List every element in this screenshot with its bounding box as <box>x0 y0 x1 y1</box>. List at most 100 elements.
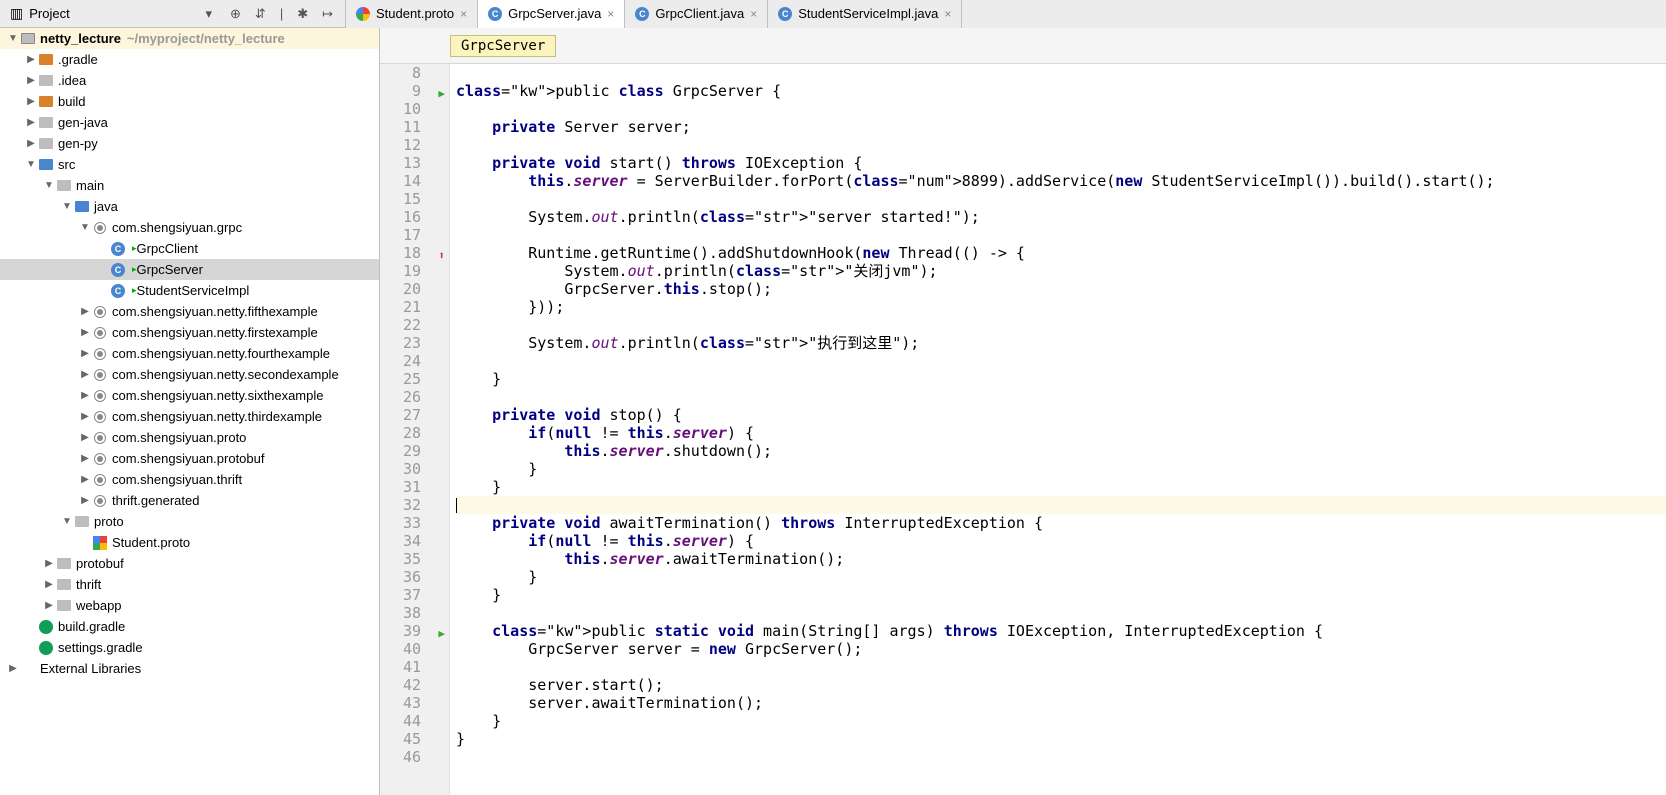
code-line[interactable]: class="kw">public static void main(Strin… <box>456 622 1666 640</box>
expand-arrow[interactable]: ▶ <box>78 453 92 464</box>
target-icon[interactable]: ⊕ <box>230 6 241 22</box>
expand-arrow[interactable]: ▶ <box>42 600 56 611</box>
line-number[interactable]: 32 <box>380 496 421 514</box>
tree-row[interactable]: C▸StudentServiceImpl <box>0 280 379 301</box>
tree-row[interactable]: ▶com.shengsiyuan.proto <box>0 427 379 448</box>
code-line[interactable] <box>456 190 1666 208</box>
code-line[interactable]: this.server = ServerBuilder.forPort(clas… <box>456 172 1666 190</box>
expand-arrow[interactable]: ▶ <box>24 75 38 86</box>
code-line[interactable]: if(null != this.server) { <box>456 424 1666 442</box>
expand-arrow[interactable]: ▶ <box>42 558 56 569</box>
line-number[interactable]: 45 <box>380 730 421 748</box>
line-number[interactable]: 46 <box>380 748 421 766</box>
tree-row[interactable]: ▼netty_lecture~/myproject/netty_lecture <box>0 28 379 49</box>
expand-arrow[interactable]: ▼ <box>78 222 92 233</box>
tree-row[interactable]: ▶protobuf <box>0 553 379 574</box>
close-icon[interactable]: × <box>607 7 614 21</box>
code-line[interactable] <box>456 604 1666 622</box>
code-line[interactable]: })); <box>456 298 1666 316</box>
code-line[interactable] <box>456 100 1666 118</box>
code[interactable]: class="kw">public class GrpcServer { pri… <box>450 64 1666 795</box>
line-number[interactable]: 10 <box>380 100 421 118</box>
code-line[interactable]: private Server server; <box>456 118 1666 136</box>
line-number[interactable]: 36 <box>380 568 421 586</box>
line-number[interactable]: 35 <box>380 550 421 568</box>
code-line[interactable]: GrpcServer.this.stop(); <box>456 280 1666 298</box>
code-line[interactable]: System.out.println(class="str">"关闭jvm"); <box>456 262 1666 280</box>
gutter[interactable]: 89▶101112131415161718⬆192021222324252627… <box>380 64 450 795</box>
line-number[interactable]: 22 <box>380 316 421 334</box>
code-line[interactable]: private void awaitTermination() throws I… <box>456 514 1666 532</box>
code-line[interactable] <box>456 388 1666 406</box>
expand-arrow[interactable]: ▼ <box>60 201 74 212</box>
tree-row[interactable]: ▶com.shengsiyuan.netty.fourthexample <box>0 343 379 364</box>
tree-row[interactable]: ▶𝍿External Libraries <box>0 658 379 679</box>
code-line[interactable] <box>456 136 1666 154</box>
tab-student-proto[interactable]: Student.proto× <box>346 0 478 28</box>
line-number[interactable]: 41 <box>380 658 421 676</box>
tree-row[interactable]: ▼proto <box>0 511 379 532</box>
line-number[interactable]: 26 <box>380 388 421 406</box>
code-line[interactable]: this.server.shutdown(); <box>456 442 1666 460</box>
line-number[interactable]: 16 <box>380 208 421 226</box>
tree-row[interactable]: ▶com.shengsiyuan.netty.sixthexample <box>0 385 379 406</box>
tree-row[interactable]: ▼com.shengsiyuan.grpc <box>0 217 379 238</box>
run-gutter-icon[interactable]: ▶ <box>438 85 445 103</box>
tree-row[interactable]: ▶thrift.generated <box>0 490 379 511</box>
tree-row[interactable]: ▶.gradle <box>0 49 379 70</box>
tree-row[interactable]: build.gradle <box>0 616 379 637</box>
project-tool-button[interactable]: ▥ Project ▾ <box>0 5 230 22</box>
code-line[interactable] <box>456 748 1666 766</box>
line-number[interactable]: 9▶ <box>380 82 421 100</box>
line-number[interactable]: 20 <box>380 280 421 298</box>
expand-arrow[interactable]: ▶ <box>78 327 92 338</box>
tree-row[interactable]: ▼src <box>0 154 379 175</box>
expand-arrow[interactable]: ▶ <box>24 138 38 149</box>
tree-row[interactable]: settings.gradle <box>0 637 379 658</box>
breadcrumb[interactable]: GrpcServer <box>450 35 556 57</box>
tree-row[interactable]: ▶com.shengsiyuan.thrift <box>0 469 379 490</box>
tree-row[interactable]: ▶com.shengsiyuan.netty.thirdexample <box>0 406 379 427</box>
line-number[interactable]: 23 <box>380 334 421 352</box>
run-gutter-icon[interactable]: ▶ <box>438 625 445 643</box>
line-number[interactable]: 14 <box>380 172 421 190</box>
tree-row[interactable]: ▼main <box>0 175 379 196</box>
tree-row[interactable]: C▸GrpcServer <box>0 259 379 280</box>
expand-arrow[interactable]: ▶ <box>78 411 92 422</box>
line-number[interactable]: 25 <box>380 370 421 388</box>
line-number[interactable]: 11 <box>380 118 421 136</box>
tab-grpcclient-java[interactable]: CGrpcClient.java× <box>625 0 768 28</box>
code-line[interactable]: } <box>456 712 1666 730</box>
expand-arrow[interactable]: ▶ <box>78 348 92 359</box>
line-number[interactable]: 39▶ <box>380 622 421 640</box>
line-number[interactable]: 44 <box>380 712 421 730</box>
close-icon[interactable]: × <box>750 7 757 21</box>
code-line[interactable] <box>456 226 1666 244</box>
expand-arrow[interactable]: ▼ <box>60 516 74 527</box>
expand-arrow[interactable]: ▶ <box>78 432 92 443</box>
tree-row[interactable]: ▶.idea <box>0 70 379 91</box>
code-line[interactable]: private void stop() { <box>456 406 1666 424</box>
project-tree[interactable]: ▼netty_lecture~/myproject/netty_lecture▶… <box>0 28 379 795</box>
expand-arrow[interactable]: ▶ <box>78 390 92 401</box>
tab-studentserviceimpl-java[interactable]: CStudentServiceImpl.java× <box>768 0 962 28</box>
line-number[interactable]: 33 <box>380 514 421 532</box>
expand-arrow[interactable]: ▶ <box>78 369 92 380</box>
code-line[interactable]: } <box>456 586 1666 604</box>
expand-arrow[interactable]: ▼ <box>6 33 20 44</box>
expand-arrow[interactable]: ▼ <box>42 180 56 191</box>
line-number[interactable]: 12 <box>380 136 421 154</box>
gear-icon[interactable]: ✱ <box>297 6 308 22</box>
code-line[interactable] <box>456 64 1666 82</box>
line-number[interactable]: 37 <box>380 586 421 604</box>
code-line[interactable]: } <box>456 460 1666 478</box>
code-line[interactable]: } <box>456 568 1666 586</box>
tree-row[interactable]: ▶com.shengsiyuan.netty.fifthexample <box>0 301 379 322</box>
code-line[interactable]: this.server.awaitTermination(); <box>456 550 1666 568</box>
code-line[interactable]: System.out.println(class="str">"server s… <box>456 208 1666 226</box>
tree-row[interactable]: ▶gen-java <box>0 112 379 133</box>
tree-row[interactable]: ▶thrift <box>0 574 379 595</box>
code-line[interactable]: Runtime.getRuntime().addShutdownHook(new… <box>456 244 1666 262</box>
close-icon[interactable]: × <box>944 7 951 21</box>
close-icon[interactable]: × <box>460 7 467 21</box>
